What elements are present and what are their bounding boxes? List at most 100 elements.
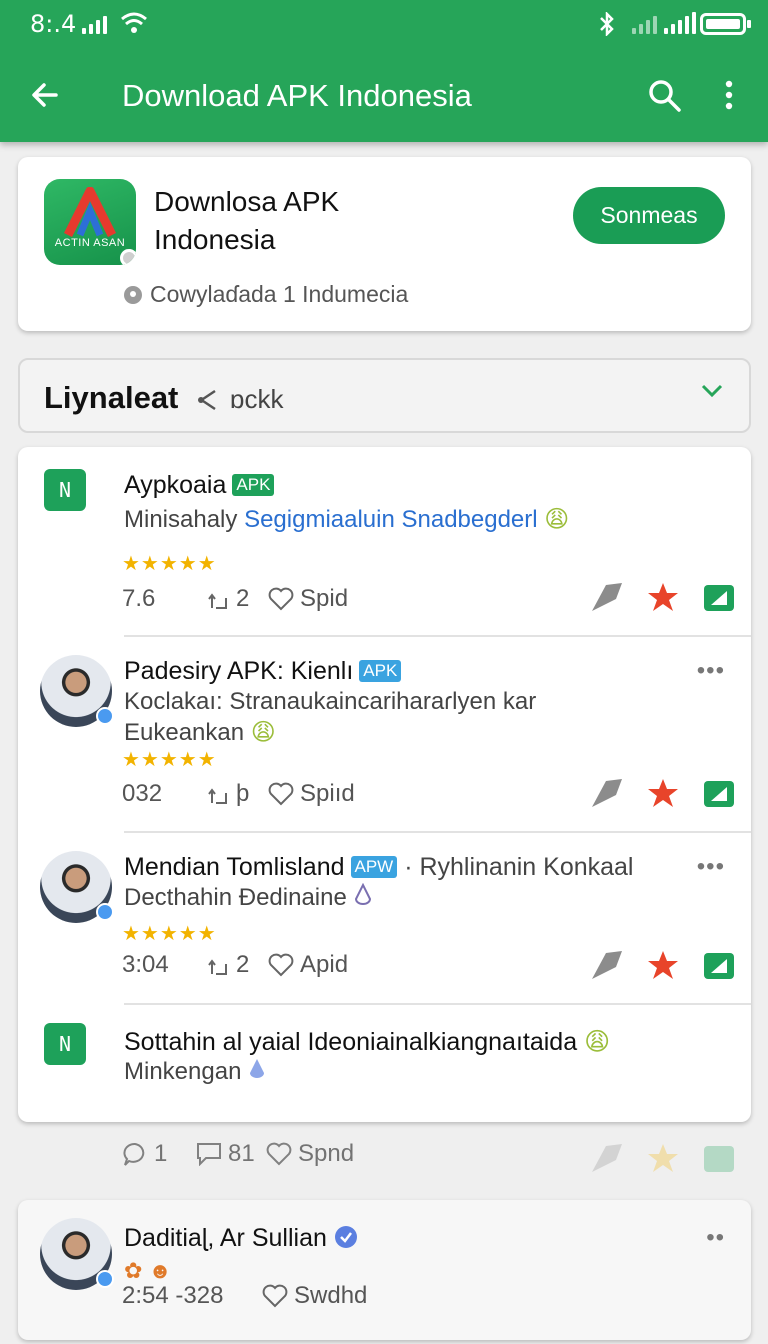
repost-icon	[208, 593, 227, 609]
post-title: Sottahin al yaial Ideoniainalkiangnaıtai…	[124, 1027, 610, 1057]
repost-stat[interactable]: 2	[208, 585, 268, 613]
avatar[interactable]	[40, 655, 114, 727]
post-desc-text: Decthahin Ɖedinaine	[124, 884, 347, 911]
drop-icon	[250, 1059, 265, 1078]
list-item[interactable]: Mendian Tomlisland APW · Ryhlinanin Konka…	[18, 833, 751, 1003]
app-square-icon: N	[44, 469, 86, 511]
rating-stars: ★★★★★	[122, 923, 217, 945]
like-stat[interactable]: Swdhd	[262, 1282, 367, 1310]
post-title-text: Aypkoaia	[124, 471, 227, 499]
like-stat[interactable]: Spid	[268, 585, 348, 613]
verified-badge-icon	[96, 707, 114, 725]
repost-count: 2	[236, 951, 250, 978]
post-desc-link[interactable]: Segigmiaaluin Snadbegderl	[244, 506, 538, 533]
bookmark-icon[interactable]	[590, 777, 624, 809]
post-title: Daditiaɭ, Ar Sullian	[124, 1224, 358, 1253]
post-description: Minkengan	[124, 1057, 266, 1087]
rating-stars: ★★★★★	[122, 749, 217, 771]
share-icon	[198, 389, 216, 410]
repost-icon	[208, 959, 227, 975]
repost-icon	[208, 788, 227, 804]
like-label: Swdhd	[294, 1282, 368, 1309]
app-name: Downlosa APK Indonesia	[154, 186, 340, 255]
post-stats: 032 þ Spiıd	[122, 780, 355, 808]
star-icon[interactable]	[646, 949, 680, 981]
post-title-text: Padesiry APK: Kienlı	[124, 657, 354, 685]
bookmark-icon[interactable]	[590, 581, 624, 613]
arrow-left-icon[interactable]	[30, 80, 60, 110]
post-title-text: Daditiaɭ, Ar Sullian	[124, 1224, 327, 1252]
emoji-icon: 😩	[250, 718, 276, 746]
edit-icon[interactable]	[702, 581, 736, 613]
stat-count: 2:54 -328	[122, 1282, 224, 1309]
more-options-icon[interactable]: •••	[697, 657, 725, 685]
like-label: Apid	[300, 951, 349, 978]
search-icon[interactable]	[648, 79, 682, 113]
list-item[interactable]: N Aypkoaia APK Minisahaly Segigmiaaluin S…	[18, 447, 751, 635]
post-desc-line-2: Eukeankan 😩	[124, 717, 536, 748]
app-logo: ACTIN ASAN	[44, 179, 136, 265]
bookmark-icon[interactable]	[590, 949, 624, 981]
heart-icon	[268, 953, 294, 977]
post-title: Padesiry APK: Kienlı APK	[124, 657, 402, 686]
stat-count: 032	[122, 780, 163, 807]
verified-icon	[334, 1226, 357, 1248]
repost-count: þ	[236, 780, 250, 807]
post-description: Minisahaly Segigmiaaluin Snadbegderl 😩	[124, 504, 569, 535]
like-label: Spiıd	[300, 780, 355, 807]
app-subtitle: Cowylaɗada 1 Indumecia	[124, 281, 408, 308]
star-icon[interactable]	[646, 1142, 680, 1174]
edit-icon[interactable]	[702, 949, 736, 981]
list-item[interactable]: Padesiry APK: Kienlı APK ••• Koclakaı: St…	[18, 637, 751, 831]
comment-stat[interactable]: 1	[122, 1140, 196, 1168]
app-subtitle-text: Cowylaɗada 1 Indumecia	[150, 281, 409, 307]
repost-stat[interactable]: þ	[208, 780, 268, 808]
repost-count: 2	[236, 585, 250, 612]
bottom-post-card[interactable]: Daditiaɭ, Ar Sullian •• ✿ ☻ 2:54 -328 Sw…	[18, 1200, 751, 1340]
like-label: Spid	[300, 585, 349, 612]
list-item[interactable]: N Sottahin al yaial Ideoniainalkiangnaıt…	[18, 1005, 751, 1115]
post-desc-text: Minisahaly	[124, 506, 238, 533]
post-tag: APK	[359, 660, 402, 682]
location-pin-icon	[124, 285, 142, 304]
verified-badge-icon	[96, 1270, 114, 1288]
status-time: 8:.4	[30, 10, 77, 38]
like-stat[interactable]: Apid	[268, 951, 348, 979]
chevron-down-icon[interactable]	[701, 384, 723, 398]
signal-icon-3	[664, 12, 696, 34]
comment-count: 1	[154, 1140, 168, 1167]
avatar[interactable]	[40, 1218, 114, 1290]
message-stat[interactable]: 81	[196, 1140, 266, 1168]
post-stats: 3:04 2 Apid	[122, 951, 348, 979]
avatar[interactable]	[40, 851, 114, 923]
like-stat[interactable]: Spnd	[266, 1140, 354, 1168]
heart-icon	[268, 587, 294, 611]
more-options-icon[interactable]: ••	[706, 1224, 725, 1252]
app-top-bar: 8:.4 Download APK Indonesia	[0, 0, 768, 142]
star-icon[interactable]	[646, 581, 680, 613]
drop-icon	[354, 882, 371, 905]
stat-count: 3:04	[122, 951, 169, 978]
post-actions	[590, 581, 736, 613]
post-title-text: Mendian Tomlisland	[124, 853, 345, 881]
star-icon[interactable]	[646, 777, 680, 809]
post-description: Koclakaı: Stranaukaincariharaɾlyen kar E…	[124, 687, 536, 748]
repost-stat[interactable]: 2	[208, 951, 268, 979]
filter-bar[interactable]: Liynaleat ɒckk	[18, 358, 751, 433]
more-vert-icon[interactable]	[724, 80, 734, 110]
filter-sort[interactable]: ɒckk	[196, 384, 283, 415]
like-label: Spnd	[298, 1140, 355, 1167]
post-stats: 7.6 2 Spid	[122, 585, 348, 613]
bookmark-icon[interactable]	[590, 1142, 624, 1174]
post-title-text: Sottahin al yaial Ideoniainalkiangnaıtai…	[124, 1028, 578, 1056]
post-actions	[590, 949, 736, 981]
edit-icon[interactable]	[702, 1142, 736, 1174]
like-stat[interactable]: Spiıd	[268, 780, 355, 808]
app-square-icon: N	[44, 1023, 86, 1065]
more-options-icon[interactable]: •••	[697, 853, 725, 881]
edit-icon[interactable]	[702, 777, 736, 809]
signal-icon-2	[632, 12, 657, 34]
filter-title: Liynaleat	[44, 380, 179, 415]
wifi-icon	[121, 12, 147, 33]
primary-action-button[interactable]: Sonmeas	[573, 187, 725, 244]
